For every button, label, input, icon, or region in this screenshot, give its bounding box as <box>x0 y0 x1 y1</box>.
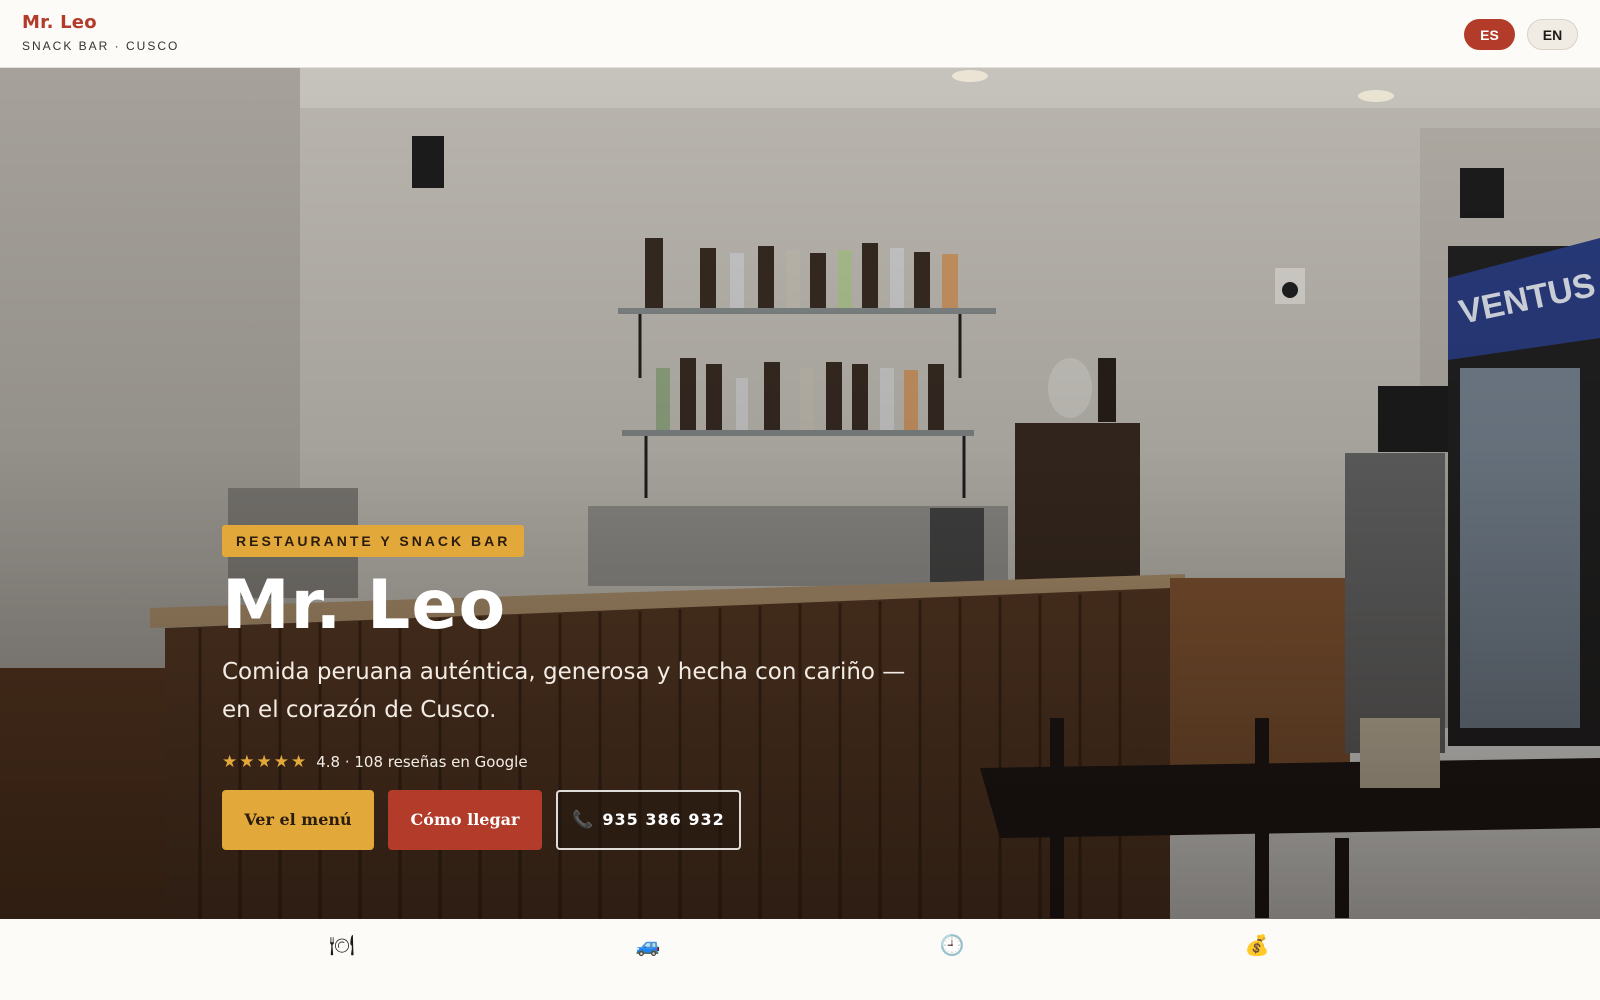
rating-text: 4.8 · 108 reseñas en Google <box>316 752 528 771</box>
hero-actions: Ver el menú Cómo llegar 📞 935 386 932 <box>222 789 982 850</box>
language-es-button[interactable]: ES <box>1464 19 1515 50</box>
hero-title: Mr. Leo <box>222 566 507 645</box>
hero-subtitle: Comida peruana auténtica, generosa y hec… <box>222 658 906 723</box>
category-tag: RESTAURANTE Y SNACK BAR <box>222 525 525 557</box>
info-item-hours: 🕘 <box>852 933 1052 957</box>
phone-icon: 📞 <box>572 809 595 830</box>
hero-section: VENTUS RESTAURANTE Y SNACK BAR Mr. Leo C… <box>0 68 1600 919</box>
info-item-price: 💰 <box>1157 933 1357 957</box>
language-switcher: ES EN <box>1464 19 1578 50</box>
info-strip: 🍽 🚙 🕘 💰 <box>0 919 1600 1000</box>
star-rating-icon: ★★★★★ <box>222 751 309 772</box>
hero-content: RESTAURANTE Y SNACK BAR Mr. Leo Comida p… <box>222 525 982 850</box>
plate-icon: 🍽 <box>329 933 355 957</box>
google-rating: ★★★★★ 4.8 · 108 reseñas en Google <box>222 752 982 772</box>
view-menu-button[interactable]: Ver el menú <box>222 789 374 850</box>
brand-name[interactable]: Mr. Leo <box>22 12 179 33</box>
brand[interactable]: Mr. Leo SNACK BAR · CUSCO <box>22 12 179 53</box>
money-bag-icon: 💰 <box>1244 933 1270 957</box>
call-phone-button[interactable]: 📞 935 386 932 <box>556 789 741 850</box>
car-icon: 🚙 <box>635 933 661 957</box>
language-en-button[interactable]: EN <box>1527 19 1578 50</box>
top-navbar: Mr. Leo SNACK BAR · CUSCO ES EN <box>0 0 1600 68</box>
info-item-food: 🍽 <box>242 933 442 957</box>
info-item-delivery: 🚙 <box>548 933 748 957</box>
clock-icon: 🕘 <box>939 933 965 957</box>
phone-number: 935 386 932 <box>602 810 725 830</box>
brand-subtitle: SNACK BAR · CUSCO <box>22 39 180 53</box>
directions-button[interactable]: Cómo llegar <box>388 789 542 850</box>
